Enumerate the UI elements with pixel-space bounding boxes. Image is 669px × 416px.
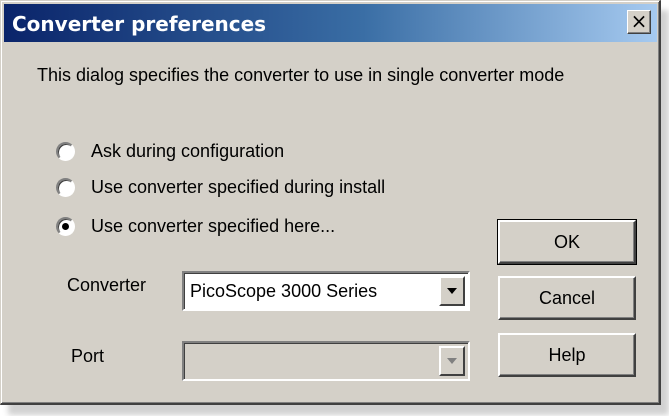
dialog-title: Converter preferences <box>12 12 267 36</box>
converter-label: Converter <box>67 275 147 295</box>
close-icon: × <box>630 9 648 33</box>
ok-button[interactable]: OK <box>497 219 637 265</box>
option-use-install-converter[interactable]: Use converter specified during install <box>56 175 385 199</box>
option-label: Ask during configuration <box>91 140 285 161</box>
chevron-down-icon <box>447 358 457 364</box>
radio-button-unchecked[interactable] <box>56 141 75 161</box>
cancel-button[interactable]: Cancel <box>498 276 636 320</box>
dialog-description: This dialog specifies the converter to u… <box>37 65 565 85</box>
port-label: Port <box>71 346 105 366</box>
option-label: Use converter specified during install <box>91 176 386 197</box>
chevron-down-icon <box>447 288 457 294</box>
title-bar[interactable]: Converter preferences × <box>4 4 657 42</box>
converter-preferences-dialog: Converter preferences × This dialog spec… <box>0 0 661 405</box>
option-label: Use converter specified here... <box>91 215 336 236</box>
port-dropdown-button[interactable] <box>439 346 465 376</box>
help-button[interactable]: Help <box>498 333 636 377</box>
option-ask-during-configuration[interactable]: Ask during configuration <box>56 139 284 163</box>
radio-button-checked[interactable] <box>56 216 75 236</box>
close-button[interactable]: × <box>627 10 651 34</box>
option-use-converter-specified-here[interactable]: Use converter specified here... <box>56 214 335 238</box>
radio-button-unchecked[interactable] <box>56 177 75 197</box>
converter-select-value: PicoScope 3000 Series <box>190 281 378 301</box>
converter-select[interactable]: PicoScope 3000 Series <box>182 271 470 311</box>
port-select[interactable] <box>182 341 470 381</box>
converter-dropdown-button[interactable] <box>439 276 465 306</box>
